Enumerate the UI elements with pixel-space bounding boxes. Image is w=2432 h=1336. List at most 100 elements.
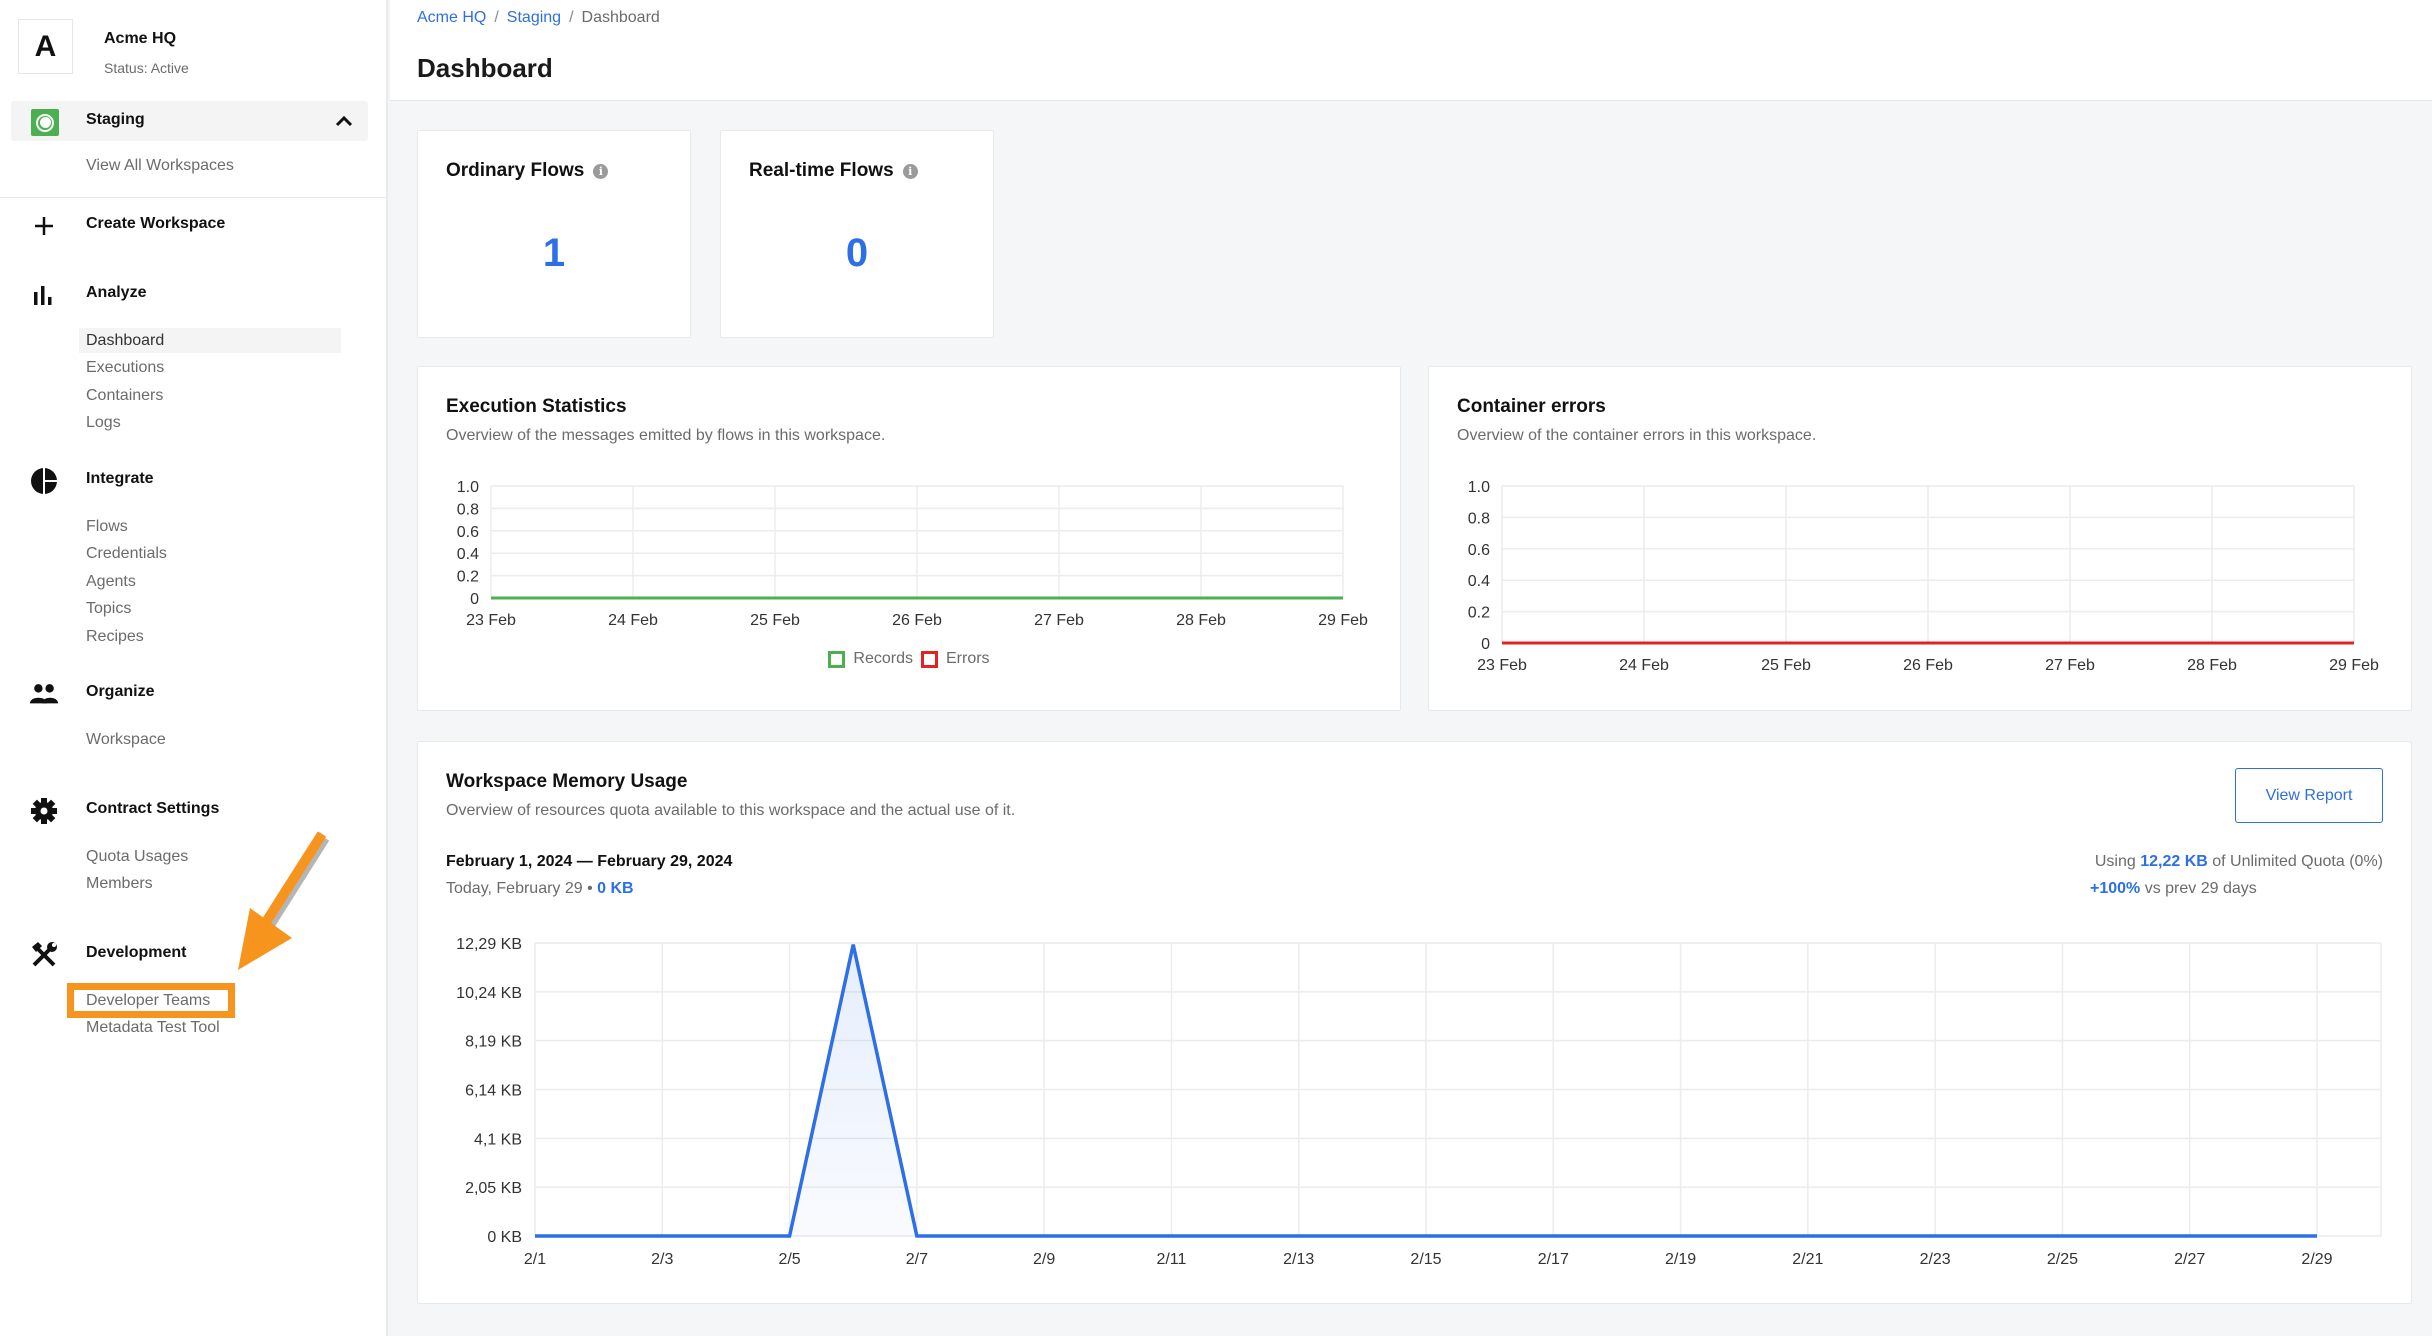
- y-tick-label: 0.6: [1468, 542, 1490, 559]
- sidebar-item-recipes[interactable]: Recipes: [79, 624, 341, 649]
- x-tick-label: 23 Feb: [1477, 657, 1527, 674]
- y-tick-label: 0.4: [457, 546, 479, 563]
- legend-label: Records: [853, 650, 913, 667]
- y-tick-label: 6,14 KB: [465, 1083, 522, 1100]
- stat-title: Real-time Flows: [749, 160, 894, 181]
- x-tick-label: 2/11: [1156, 1251, 1186, 1268]
- sidebar-item-flows[interactable]: Flows: [79, 514, 341, 539]
- gear-icon: [29, 797, 59, 825]
- legend-label: Errors: [946, 650, 990, 667]
- x-tick-label: 29 Feb: [1318, 612, 1368, 629]
- bar-chart-icon: [29, 281, 59, 309]
- chevron-up-icon[interactable]: [334, 111, 354, 131]
- nav-section-label: Contract Settings: [86, 800, 220, 817]
- x-tick-label: 29 Feb: [2329, 657, 2379, 674]
- plus-icon: [29, 212, 59, 240]
- y-tick-label: 2,05 KB: [465, 1180, 522, 1197]
- realtime-flows-card[interactable]: Real-time Flows i 0: [720, 130, 994, 338]
- x-tick-label: 28 Feb: [1176, 612, 1226, 629]
- info-icon[interactable]: i: [902, 163, 918, 179]
- sidebar-item-agents[interactable]: Agents: [79, 569, 341, 594]
- breadcrumb-current: Dashboard: [581, 9, 660, 26]
- create-workspace-button[interactable]: Create Workspace: [0, 210, 388, 240]
- memory-usage-card: Workspace Memory Usage Overview of resou…: [417, 741, 2412, 1304]
- x-tick-label: 25 Feb: [1761, 657, 1811, 674]
- x-tick-label: 27 Feb: [1034, 612, 1084, 629]
- create-workspace-label: Create Workspace: [86, 215, 226, 232]
- legend-errors[interactable]: Errors: [921, 650, 990, 668]
- sidebar-item-containers[interactable]: Containers: [79, 383, 341, 408]
- nav-section-integrate[interactable]: Integrate: [0, 465, 388, 495]
- y-tick-label: 0: [1481, 636, 1490, 653]
- org-header[interactable]: A Acme HQ Status: Active: [18, 19, 189, 76]
- chart-legend: Records Errors: [418, 650, 1400, 668]
- sidebar-item-dashboard[interactable]: Dashboard: [79, 328, 341, 353]
- x-tick-label: 28 Feb: [2187, 657, 2237, 674]
- view-all-workspaces-link[interactable]: View All Workspaces: [86, 157, 234, 175]
- execution-statistics-card: Execution Statistics Overview of the mes…: [417, 366, 1401, 711]
- workspace-name: Staging: [86, 111, 145, 128]
- nav-section-label: Integrate: [86, 470, 154, 487]
- workspace-status-icon: [31, 109, 59, 136]
- y-tick-label: 10,24 KB: [456, 985, 522, 1002]
- sidebar-item-workspace[interactable]: Workspace: [79, 727, 341, 752]
- memory-usage-chart: 0 KB 2,05 KB 4,1 KB 6,14 KB 8,19 KB 10,24 KB 1…: [456, 936, 2382, 1268]
- legend-records[interactable]: Records: [828, 650, 913, 668]
- info-icon[interactable]: i: [593, 163, 609, 179]
- container-errors-card: Container errors Overview of the contain…: [1428, 366, 2412, 711]
- sidebar: A Acme HQ Status: Active Staging View Al…: [0, 0, 388, 1336]
- sidebar-item-topics[interactable]: Topics: [79, 596, 341, 621]
- y-tick-label: 1.0: [457, 479, 479, 496]
- x-tick-label: 2/29: [2301, 1251, 2332, 1268]
- execution-chart: 0 0.2 0.4 0.6 0.8 1.0 23 Feb 24 Feb 25 Feb 26 Feb…: [457, 479, 1368, 629]
- y-tick-label: 0.4: [1468, 573, 1490, 590]
- nav-section-analyze[interactable]: Analyze: [0, 279, 388, 309]
- breadcrumb: Acme HQ / Staging / Dashboard: [417, 9, 660, 27]
- legend-swatch-errors: [921, 650, 938, 668]
- x-tick-label: 2/9: [1033, 1251, 1055, 1268]
- sidebar-item-metadata-test-tool[interactable]: Metadata Test Tool: [79, 1015, 341, 1040]
- y-tick-label: 0.8: [1468, 510, 1490, 527]
- x-tick-label: 2/19: [1665, 1251, 1696, 1268]
- people-icon: [29, 680, 59, 708]
- pie-chart-icon: [29, 467, 59, 495]
- y-tick-label: 0: [470, 591, 479, 608]
- workspace-selector[interactable]: Staging: [11, 101, 368, 141]
- x-tick-label: 2/5: [778, 1251, 800, 1268]
- ordinary-flows-card[interactable]: Ordinary Flows i 1: [417, 130, 691, 338]
- tools-icon: [29, 941, 59, 969]
- nav-section-contract-settings[interactable]: Contract Settings: [0, 795, 388, 825]
- org-status: Status: Active: [104, 60, 189, 76]
- y-tick-label: 0.2: [457, 569, 479, 586]
- y-tick-label: 0 KB: [487, 1229, 522, 1246]
- x-tick-label: 25 Feb: [750, 612, 800, 629]
- x-tick-label: 2/1: [524, 1251, 546, 1268]
- x-tick-label: 26 Feb: [892, 612, 942, 629]
- org-name: Acme HQ: [104, 30, 177, 47]
- sidebar-item-executions[interactable]: Executions: [79, 355, 341, 380]
- x-tick-label: 2/3: [651, 1251, 673, 1268]
- y-tick-label: 0.8: [457, 501, 479, 518]
- highlight-box: [67, 983, 235, 1018]
- sidebar-divider: [0, 197, 388, 198]
- page-header: Acme HQ / Staging / Dashboard Dashboard: [390, 0, 2432, 101]
- y-tick-label: 0.6: [457, 524, 479, 541]
- breadcrumb-separator: /: [569, 9, 574, 26]
- annotation-arrow-icon: [238, 831, 330, 970]
- nav-section-label: Development: [86, 944, 187, 961]
- x-tick-label: 2/25: [2047, 1251, 2078, 1268]
- nav-section-organize[interactable]: Organize: [0, 678, 388, 708]
- nav-section-label: Organize: [86, 683, 155, 700]
- legend-swatch-records: [828, 650, 846, 668]
- y-tick-label: 0.2: [1468, 605, 1490, 622]
- sidebar-item-credentials[interactable]: Credentials: [79, 541, 341, 566]
- stat-value: 0: [845, 231, 869, 275]
- y-tick-label: 12,29 KB: [456, 936, 522, 953]
- y-tick-label: 1.0: [1468, 479, 1490, 496]
- breadcrumb-acme-hq[interactable]: Acme HQ: [417, 9, 486, 27]
- x-tick-label: 2/7: [906, 1251, 928, 1268]
- y-tick-label: 4,1 KB: [474, 1131, 522, 1148]
- breadcrumb-staging[interactable]: Staging: [507, 9, 561, 27]
- x-tick-label: 23 Feb: [466, 612, 516, 629]
- sidebar-item-logs[interactable]: Logs: [79, 410, 341, 435]
